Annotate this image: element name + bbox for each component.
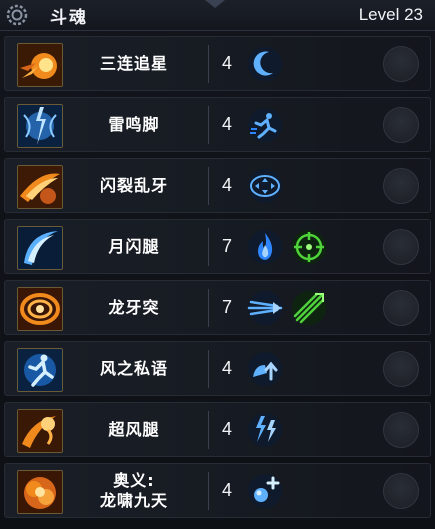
skill-row[interactable]: 风之私语 4	[4, 341, 431, 396]
divider	[208, 411, 209, 449]
skill-row[interactable]: 三连追星 4	[4, 36, 431, 91]
skill-count: 4	[222, 419, 233, 439]
skill-name: 奥义: 龙啸九天	[99, 470, 168, 510]
skill-count: 4	[222, 175, 233, 195]
running-man-icon	[248, 108, 282, 142]
equip-slot[interactable]	[383, 107, 419, 143]
crescent-kick-icon	[17, 226, 63, 270]
target-arrows-icon	[248, 169, 282, 203]
panel-title: 斗魂	[50, 8, 88, 28]
skill-count: 4	[222, 53, 233, 73]
skill-count: 7	[222, 236, 233, 256]
orb-plus-icon	[248, 474, 282, 508]
divider	[208, 106, 209, 144]
soul-skill-panel: 斗魂 Level 23 三连追星 4 雷鸣脚 4 闪裂乱牙 4 月闪腿 7 龙牙…	[0, 0, 435, 529]
skill-count: 4	[222, 114, 233, 134]
fire-meteor-icon	[17, 43, 63, 87]
skill-name: 龙牙突	[108, 297, 160, 317]
skill-count: 4	[222, 358, 233, 378]
dash-up-icon	[248, 352, 282, 386]
skill-row[interactable]: 闪裂乱牙 4	[4, 158, 431, 213]
equip-slot[interactable]	[383, 46, 419, 82]
equip-slot[interactable]	[383, 168, 419, 204]
lightning-bolts-icon	[248, 413, 282, 447]
header-notch	[205, 0, 225, 8]
skill-name: 雷鸣脚	[108, 114, 160, 134]
skill-row[interactable]: 龙牙突 7	[4, 280, 431, 335]
divider	[208, 167, 209, 205]
equip-slot[interactable]	[383, 473, 419, 509]
level-label: Level 23	[358, 5, 423, 24]
divider	[208, 45, 209, 83]
skill-row[interactable]: 奥义: 龙啸九天 4	[4, 463, 431, 518]
skill-list: 三连追星 4 雷鸣脚 4 闪裂乱牙 4 月闪腿 7 龙牙突 7 风之私语 4 超…	[4, 36, 431, 524]
skill-count: 7	[222, 297, 233, 317]
gear-icon[interactable]	[6, 4, 28, 26]
skill-count: 4	[222, 480, 233, 500]
skill-name: 月闪腿	[108, 236, 160, 256]
skill-name: 超风腿	[108, 419, 160, 439]
equip-slot[interactable]	[383, 351, 419, 387]
divider	[208, 350, 209, 388]
divider	[208, 472, 209, 510]
wind-runner-icon	[17, 348, 63, 392]
speed-lines-icon	[247, 291, 283, 325]
equip-slot[interactable]	[383, 290, 419, 326]
skill-name: 风之私语	[99, 358, 168, 378]
divider	[208, 289, 209, 327]
fire-whirl-icon	[17, 409, 63, 453]
skill-row[interactable]: 超风腿 4	[4, 402, 431, 457]
equip-slot[interactable]	[383, 412, 419, 448]
panel-header: 斗魂 Level 23	[0, 0, 435, 31]
green-target-icon	[292, 230, 326, 264]
blue-flame-icon	[248, 230, 282, 264]
skill-name: 三连追星	[99, 53, 168, 73]
green-sword-burst-icon	[292, 291, 326, 325]
crescent-moon-icon	[248, 47, 282, 81]
skill-row[interactable]: 雷鸣脚 4	[4, 97, 431, 152]
divider	[208, 228, 209, 266]
equip-slot[interactable]	[383, 229, 419, 265]
lightning-kick-icon	[17, 104, 63, 148]
fire-spiral-icon	[17, 287, 63, 331]
fire-explosion-icon	[17, 470, 63, 514]
skill-row[interactable]: 月闪腿 7	[4, 219, 431, 274]
skill-name: 闪裂乱牙	[99, 175, 168, 195]
fire-slash-icon	[17, 165, 63, 209]
